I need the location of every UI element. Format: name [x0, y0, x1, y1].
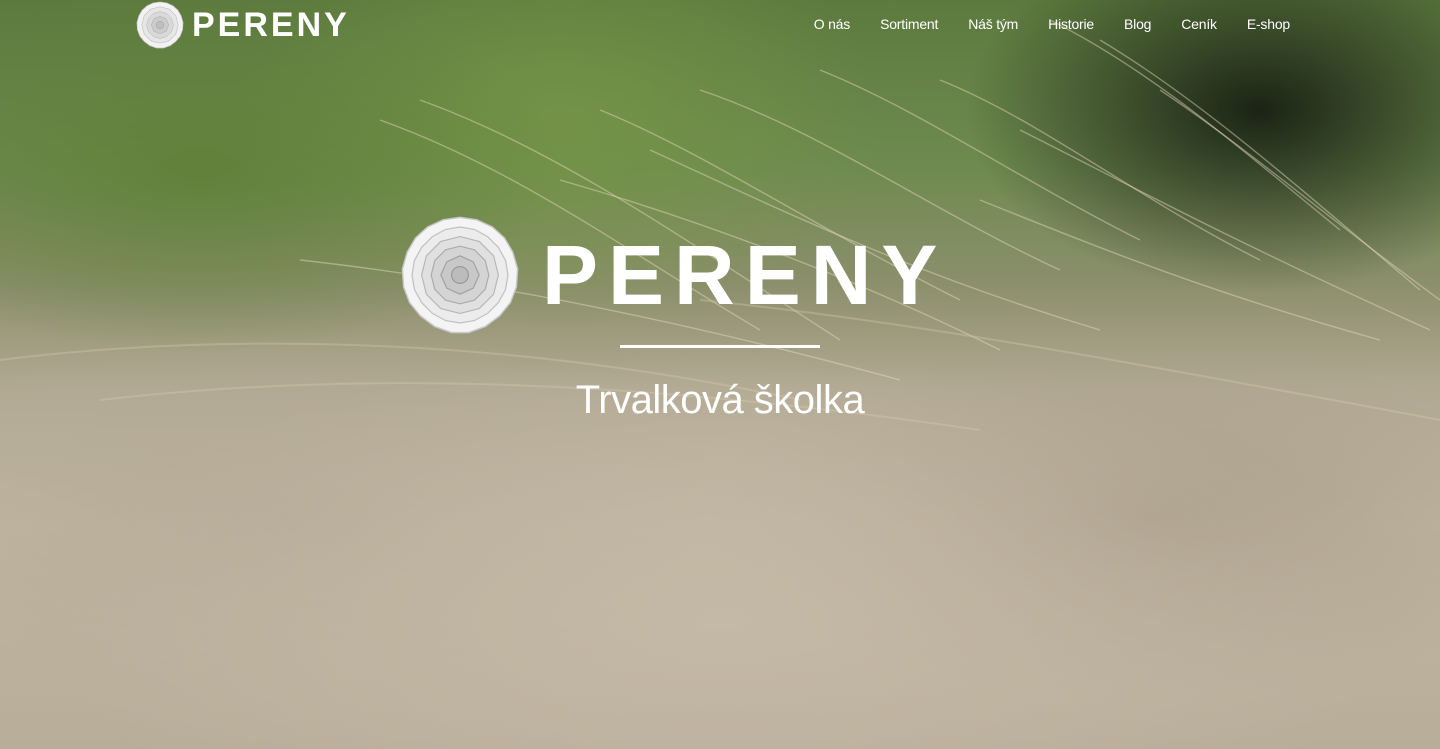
- menu-link-o-nas[interactable]: O nás: [814, 16, 851, 32]
- grass-strands-decoration: [0, 19, 1440, 431]
- main-menu: O nás Sortiment Náš tým Historie Blog Ce…: [814, 16, 1290, 34]
- hero-divider: [620, 345, 820, 348]
- menu-link-historie[interactable]: Historie: [1048, 16, 1094, 32]
- menu-item-o-nas: O nás: [814, 16, 851, 34]
- menu-item-cenik: Ceník: [1181, 16, 1217, 34]
- menu-item-blog: Blog: [1124, 16, 1151, 34]
- rosette-flower-icon: [136, 1, 184, 49]
- menu-item-historie: Historie: [1048, 16, 1094, 34]
- menu-link-nas-tym[interactable]: Náš tým: [968, 16, 1018, 32]
- menu-item-e-shop: E-shop: [1247, 16, 1290, 34]
- rosette-flower-icon: [401, 216, 519, 334]
- header-logo-link[interactable]: PERENY: [136, 0, 350, 50]
- menu-link-blog[interactable]: Blog: [1124, 16, 1151, 32]
- hero-logo: PERENY: [400, 215, 947, 335]
- hero-tagline: Trvalková školka: [575, 378, 865, 422]
- hero-brand-name: PERENY: [542, 228, 948, 322]
- top-navigation: PERENY O nás Sortiment Náš tým Historie …: [0, 0, 1440, 50]
- menu-item-nas-tym: Náš tým: [968, 16, 1018, 34]
- header-brand-name: PERENY: [192, 6, 350, 44]
- menu-item-sortiment: Sortiment: [880, 16, 938, 34]
- menu-link-e-shop[interactable]: E-shop: [1247, 16, 1290, 32]
- menu-link-cenik[interactable]: Ceník: [1181, 16, 1217, 32]
- menu-link-sortiment[interactable]: Sortiment: [880, 16, 938, 32]
